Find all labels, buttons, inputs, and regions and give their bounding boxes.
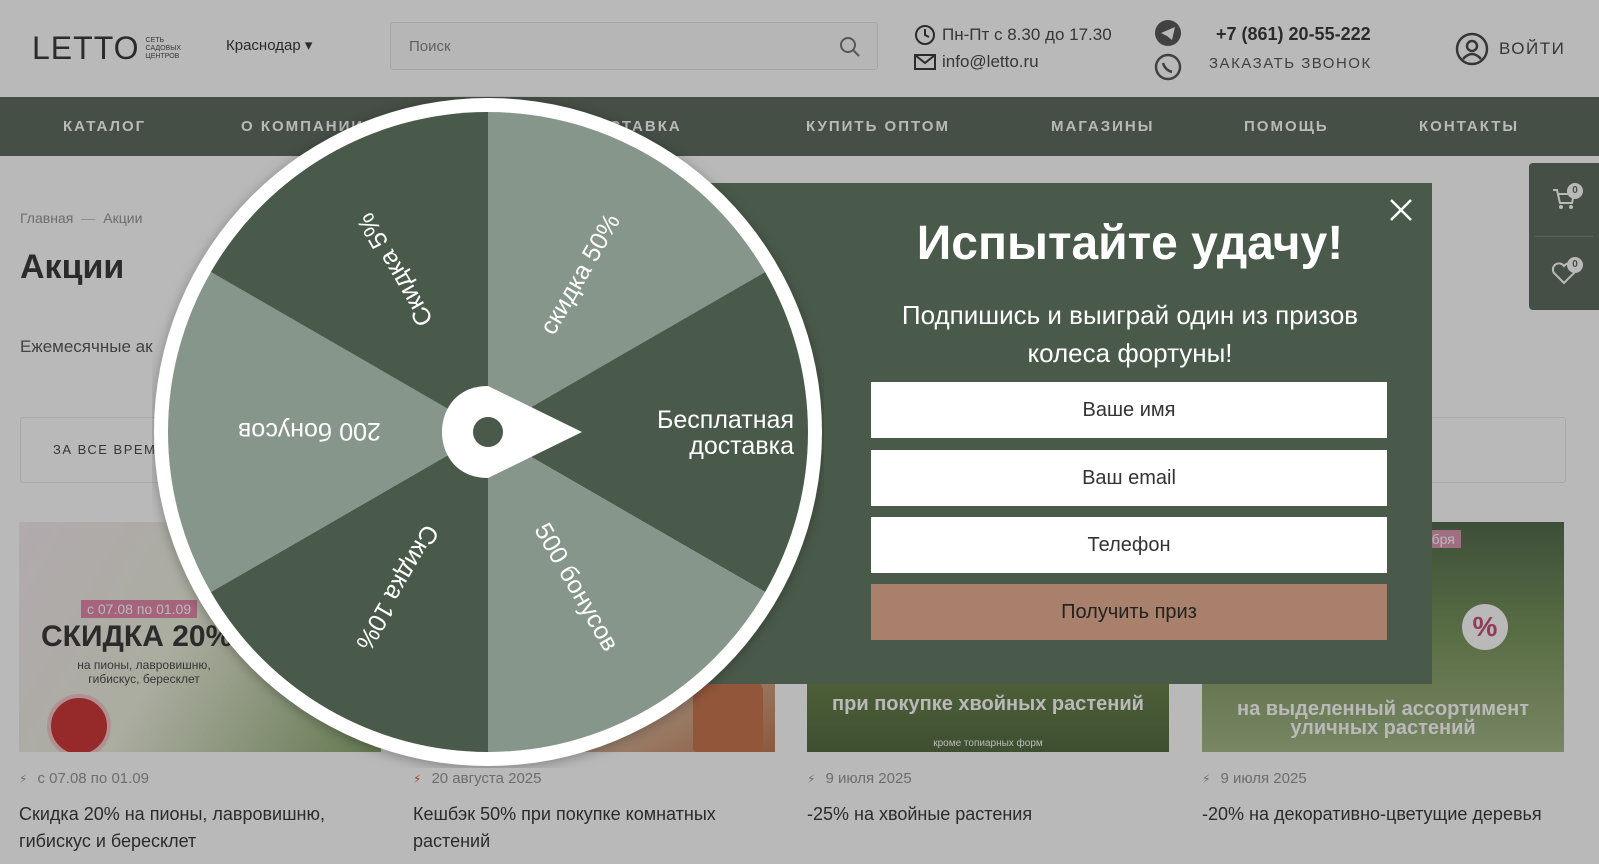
wheel-segment-label: 200 бонусов	[238, 417, 381, 445]
pointer-hub	[473, 417, 503, 447]
email-field[interactable]	[871, 450, 1387, 506]
fortune-wheel: скидка 50%Бесплатная доставка500 бонусовС…	[154, 98, 822, 766]
popup-subtitle: Подпишись и выиграй один из призов колес…	[901, 300, 1359, 368]
phone-field[interactable]	[871, 517, 1387, 573]
popup-title: Испытайте удачу!	[916, 217, 1344, 270]
get-prize-button[interactable]: Получить приз	[871, 584, 1387, 640]
name-field[interactable]	[871, 382, 1387, 438]
